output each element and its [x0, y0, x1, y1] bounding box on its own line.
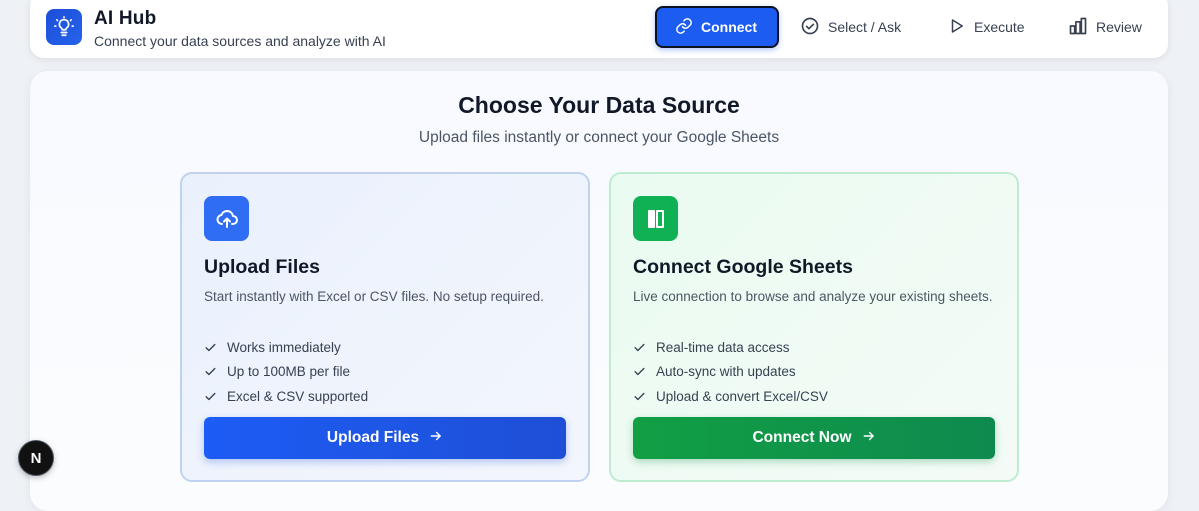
- upload-files-card[interactable]: Upload Files Start instantly with Excel …: [180, 172, 590, 482]
- check-icon: [204, 341, 217, 354]
- feature-list: Real-time data access Auto-sync with upd…: [633, 335, 828, 409]
- main-panel: Choose Your Data Source Upload files ins…: [30, 71, 1168, 511]
- feature-label: Works immediately: [227, 339, 341, 355]
- check-icon: [633, 390, 646, 403]
- connect-now-button[interactable]: Connect Now: [633, 417, 995, 459]
- list-item: Works immediately: [204, 335, 368, 360]
- card-description: Live connection to browse and analyze yo…: [633, 289, 993, 304]
- app-subtitle: Connect your data sources and analyze wi…: [94, 33, 386, 49]
- page-subtitle: Upload files instantly or connect your G…: [418, 129, 780, 146]
- arrow-right-icon: [429, 429, 443, 448]
- badge-label: N: [30, 449, 42, 467]
- list-item: Up to 100MB per file: [204, 360, 368, 385]
- button-label: Upload Files: [326, 429, 420, 446]
- feature-label: Upload & convert Excel/CSV: [656, 388, 828, 404]
- feature-label: Auto-sync with updates: [656, 364, 796, 380]
- feature-list: Works immediately Up to 100MB per file E…: [204, 335, 368, 409]
- feature-label: Up to 100MB per file: [227, 364, 351, 380]
- check-icon: [204, 365, 217, 378]
- step-connect[interactable]: Connect: [655, 6, 779, 48]
- check-icon: [633, 341, 646, 354]
- card-description: Start instantly with Excel or CSV files.…: [204, 289, 544, 304]
- feature-label: Excel & CSV supported: [227, 388, 369, 404]
- lightbulb-icon: [46, 9, 82, 45]
- check-icon: [204, 390, 217, 403]
- button-label: Connect Now: [752, 429, 852, 446]
- app-title: AI Hub: [94, 8, 157, 29]
- play-icon: [948, 17, 966, 38]
- top-bar: AI Hub Connect your data sources and ana…: [30, 0, 1168, 58]
- list-item: Real-time data access: [633, 335, 828, 360]
- card-title: Connect Google Sheets: [633, 256, 853, 278]
- arrow-right-icon: [862, 429, 876, 448]
- list-item: Excel & CSV supported: [204, 384, 368, 409]
- feature-label: Real-time data access: [656, 339, 790, 355]
- upload-files-button[interactable]: Upload Files: [204, 417, 566, 459]
- step-label: Execute: [974, 19, 1025, 35]
- step-label: Select / Ask: [828, 19, 902, 35]
- page-title: Choose Your Data Source: [458, 92, 740, 118]
- check-circle-icon: [800, 16, 820, 39]
- check-icon: [633, 365, 646, 378]
- step-label: Review: [1096, 19, 1142, 35]
- card-title: Upload Files: [204, 256, 320, 278]
- cloud-upload-icon: [204, 196, 249, 241]
- step-select-ask[interactable]: Select / Ask: [782, 6, 919, 48]
- step-execute[interactable]: Execute: [930, 6, 1043, 48]
- step-review[interactable]: Review: [1050, 6, 1160, 48]
- dev-tools-badge[interactable]: N: [18, 440, 54, 476]
- step-label: Connect: [701, 19, 757, 35]
- list-item: Upload & convert Excel/CSV: [633, 384, 828, 409]
- sheets-icon: [633, 196, 678, 241]
- list-item: Auto-sync with updates: [633, 360, 828, 385]
- link-icon: [675, 17, 693, 38]
- google-sheets-card[interactable]: Connect Google Sheets Live connection to…: [609, 172, 1019, 482]
- bar-chart-icon: [1068, 16, 1088, 39]
